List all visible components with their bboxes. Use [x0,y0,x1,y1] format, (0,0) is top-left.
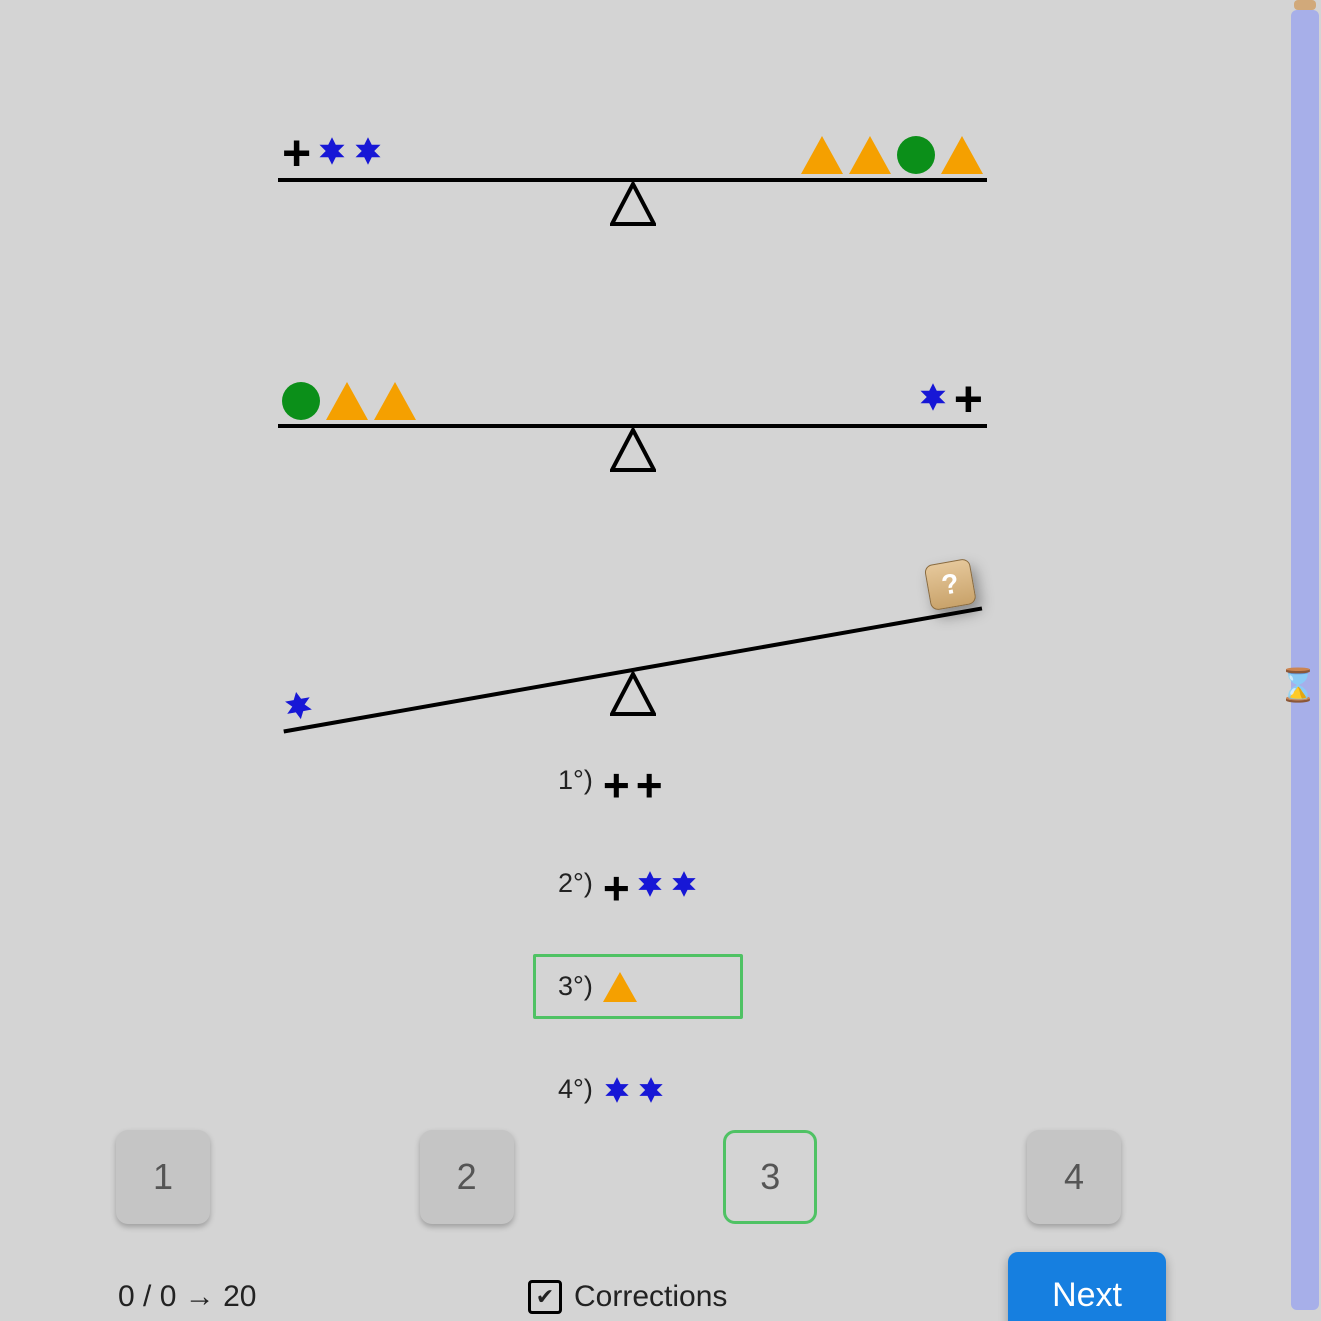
triangle-icon [603,972,637,1002]
answer-button-1[interactable]: 1 [116,1130,210,1224]
star-icon [637,1076,665,1104]
option-4[interactable]: 4°) [533,1057,743,1122]
score-sep: / [143,1280,160,1313]
option-icons [603,972,637,1002]
fulcrum-icon [610,182,656,226]
scale-1-left-items: + [282,132,383,166]
score-correct: 0 [118,1280,135,1313]
plus-icon: + [603,873,630,903]
answer-button-4[interactable]: 4 [1027,1130,1121,1224]
plus-icon: + [636,770,663,800]
circle-icon [282,382,320,420]
scale-3-right-items: ? [924,558,977,611]
fulcrum-icon [610,672,656,716]
score-goal: 20 [223,1280,256,1313]
option-label: 1°) [558,765,593,796]
option-label: 3°) [558,971,593,1002]
triangle-icon [801,136,843,174]
option-icons: + [603,869,698,899]
star-icon [353,136,383,166]
arrow-icon: → [185,1280,215,1313]
timer-bar [1291,10,1319,1310]
question-box-icon: ? [924,558,977,611]
triangle-icon [374,382,416,420]
plus-icon: + [282,136,311,170]
star-icon [918,382,948,412]
answer-button-bar: 1 2 3 4 [116,1130,1121,1224]
corrections-label: Corrections [574,1280,727,1314]
star-icon [636,870,664,898]
option-2[interactable]: 2°) + [533,851,743,916]
star-icon [317,136,347,166]
option-label: 2°) [558,868,593,899]
option-3[interactable]: 3°) [533,954,743,1019]
scale-1-right-items [801,136,983,174]
circle-icon [897,136,935,174]
option-label: 4°) [558,1074,593,1105]
answer-button-3[interactable]: 3 [723,1130,817,1224]
fulcrum-icon [610,428,656,472]
scale-2-left-items [282,382,416,420]
scale-3-left-items [281,688,316,723]
puzzle-stage: + + [0,0,1321,1321]
option-icons [603,1076,665,1104]
triangle-icon [326,382,368,420]
option-1[interactable]: 1°) + + [533,748,743,813]
plus-icon: + [954,382,983,416]
triangle-icon [941,136,983,174]
next-button[interactable]: Next [1008,1252,1166,1321]
options-list: 1°) + + 2°) + 3°) 4°) [533,748,743,1122]
plus-icon: + [603,770,630,800]
corrections-toggle[interactable]: ✔ Corrections [528,1280,727,1314]
checkbox-icon[interactable]: ✔ [528,1280,562,1314]
scale-2-right-items: + [918,378,983,412]
answer-button-2[interactable]: 2 [420,1130,514,1224]
timer-cap [1294,0,1316,10]
score-text: 0 / 0 → 20 [118,1280,256,1314]
option-icons: + + [603,766,663,796]
star-icon [670,870,698,898]
star-icon [603,1076,631,1104]
score-answered: 0 [160,1280,177,1313]
star-icon [281,688,316,723]
triangle-icon [849,136,891,174]
footer: 0 / 0 → 20 ✔ Corrections Next [118,1280,1166,1314]
hourglass-icon: ⌛ [1278,666,1318,704]
